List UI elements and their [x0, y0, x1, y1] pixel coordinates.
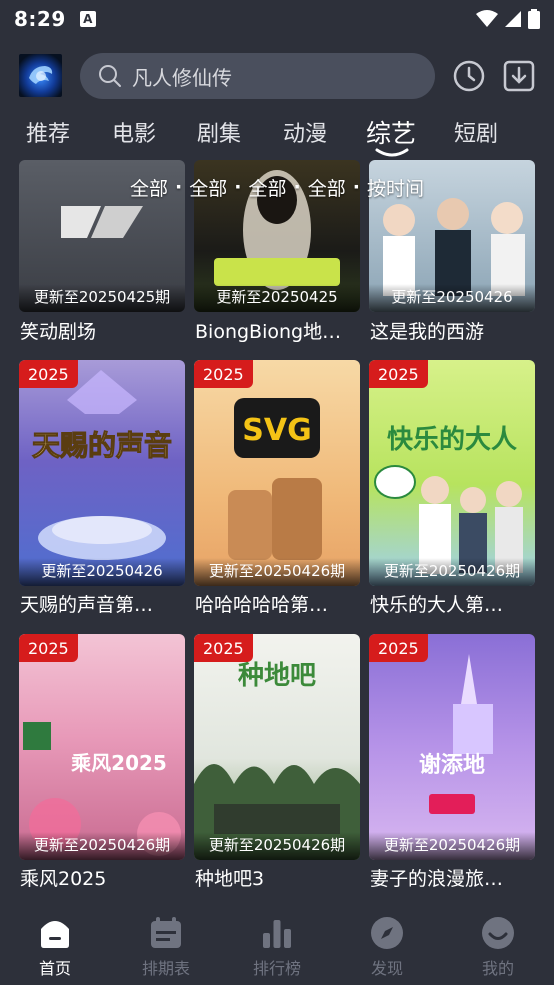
nav-ranking[interactable]: 排行榜: [241, 915, 313, 979]
update-label: 更新至20250426期: [369, 558, 535, 586]
update-label: 更新至20250426期: [194, 832, 360, 860]
update-label: 更新至20250426: [369, 284, 535, 312]
year-badge: 2025: [194, 360, 253, 388]
poster-title-text: 快乐的大人: [387, 424, 517, 455]
poster-art: 快乐的大人: [374, 424, 523, 574]
filter-separator: ·: [175, 176, 183, 198]
poster-art: 谢添地: [419, 654, 493, 814]
poster-title-text: 谢添地: [419, 752, 485, 778]
update-label: 更新至20250425: [194, 284, 360, 312]
filter-option[interactable]: 全部: [248, 174, 286, 201]
filter-separator: ·: [352, 176, 360, 198]
card-title: 乘风2025: [20, 868, 107, 890]
update-label: 更新至20250426期: [369, 832, 535, 860]
card-title: 天赐的声音第…: [20, 594, 154, 616]
poster-title-text: SVG: [242, 413, 311, 448]
card-title: 种地吧3: [195, 868, 265, 890]
ranking-icon: [263, 920, 291, 948]
compass-icon: [371, 917, 403, 949]
poster-image: 种地吧 2025 更新至20250426期: [194, 634, 360, 860]
update-label: 更新至20250426期: [194, 558, 360, 586]
poster-title-text: 乘风2025: [70, 751, 167, 775]
poster-art: 天赐的声音: [31, 370, 173, 560]
nav-label: 排期表: [141, 959, 190, 978]
poster-image: 快乐的大人 2025 更新至20250426期: [369, 360, 535, 586]
calendar-icon: [151, 917, 181, 948]
poster-art: 种地吧: [194, 661, 360, 860]
filter-row: 全部 · 全部 · 全部 · 全部 · 按时间: [0, 170, 554, 204]
nav-label: 我的: [481, 959, 514, 978]
card-title: 妻子的浪漫旅…: [370, 868, 504, 890]
poster-image: 天赐的声音 2025 更新至20250426: [19, 360, 185, 586]
home-icon: [41, 921, 69, 948]
year-badge: 2025: [19, 634, 78, 662]
update-label: 更新至20250425期: [19, 284, 185, 312]
nav-profile[interactable]: 我的: [462, 915, 534, 979]
card-title: 哈哈哈哈哈第…: [195, 594, 329, 616]
year-badge: 2025: [369, 360, 428, 388]
nav-home[interactable]: 首页: [19, 915, 91, 979]
poster-art: 乘风2025: [23, 722, 181, 856]
year-badge: 2025: [369, 634, 428, 662]
card-title: 快乐的大人第…: [370, 594, 504, 616]
bottom-navigation: 首页 排期表 排行榜 发现 我的: [0, 905, 554, 985]
update-label: 更新至20250426: [19, 558, 185, 586]
poster-title-text: 种地吧: [238, 661, 316, 691]
year-badge: 2025: [194, 634, 253, 662]
filter-separator: ·: [234, 176, 242, 198]
poster-image: 谢添地 2025 更新至20250426期: [369, 634, 535, 860]
profile-icon: [482, 917, 514, 949]
filter-option[interactable]: 全部: [130, 174, 168, 201]
card-title: BiongBiong地…: [195, 321, 342, 343]
year-badge: 2025: [19, 360, 78, 388]
update-label: 更新至20250426期: [19, 832, 185, 860]
nav-label: 首页: [38, 959, 71, 978]
nav-label: 发现: [370, 959, 403, 978]
nav-discover[interactable]: 发现: [351, 915, 423, 979]
nav-schedule[interactable]: 排期表: [130, 915, 202, 979]
nav-label: 排行榜: [252, 959, 301, 978]
poster-art: SVG: [228, 398, 322, 560]
poster-title-text: 天赐的声音: [32, 429, 172, 462]
poster-image: 乘风2025 2025 更新至20250426期: [19, 634, 185, 860]
filter-option[interactable]: 全部: [189, 174, 227, 201]
card-title: 笑动剧场: [20, 321, 97, 343]
filter-option[interactable]: 全部: [308, 174, 346, 201]
filter-sort-option[interactable]: 按时间: [367, 174, 424, 201]
filter-separator: ·: [293, 176, 301, 198]
content-grid: 更新至20250425期 笑动剧场 更新至20250425 BiongBiong…: [0, 0, 554, 985]
card-title: 这是我的西游: [370, 321, 485, 343]
poster-image: SVG 2025 更新至20250426期: [194, 360, 360, 586]
